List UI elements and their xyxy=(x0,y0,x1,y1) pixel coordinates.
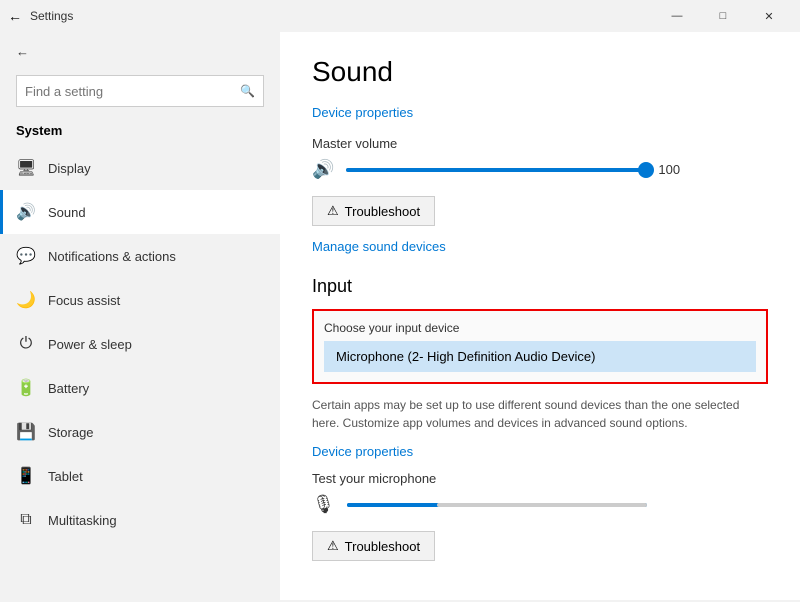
input-section-heading: Input xyxy=(312,276,768,297)
mic-row: 🎙 xyxy=(312,494,768,515)
sidebar-item-sound[interactable]: 🔊 Sound xyxy=(0,190,280,234)
back-arrow-icon: ← xyxy=(16,44,29,59)
multitasking-icon: ⧉ xyxy=(16,511,36,529)
section-title: System xyxy=(0,119,280,146)
input-device-box: Choose your input device Microphone (2- … xyxy=(312,309,768,384)
volume-slider[interactable] xyxy=(346,168,646,172)
mic-slider-fill xyxy=(347,503,437,507)
sidebar-item-label: Focus assist xyxy=(48,293,120,308)
troubleshoot-button[interactable]: ⚠ Troubleshoot xyxy=(312,196,435,226)
master-volume-label: Master volume xyxy=(312,136,768,151)
mic-slider-rest xyxy=(437,503,647,507)
troubleshoot-icon2: ⚠ xyxy=(327,538,339,554)
troubleshoot-icon: ⚠ xyxy=(327,203,339,219)
titlebar: ← Settings — □ ✕ xyxy=(0,0,800,32)
app-container: ← 🔍 System 🖥 Display 🔊 Sound 💬 Notificat… xyxy=(0,32,800,600)
sidebar-item-label: Power & sleep xyxy=(48,337,132,352)
sidebar-item-label: Display xyxy=(48,161,91,176)
storage-icon: 💾 xyxy=(16,422,36,442)
troubleshoot-label2: Troubleshoot xyxy=(345,539,420,554)
minimize-button[interactable]: — xyxy=(654,0,700,32)
back-button[interactable]: ← xyxy=(0,32,280,71)
notifications-icon: 💬 xyxy=(16,246,36,266)
sidebar-item-label: Notifications & actions xyxy=(48,249,176,264)
sidebar-item-label: Multitasking xyxy=(48,513,117,528)
manage-sound-devices-link[interactable]: Manage sound devices xyxy=(312,239,446,254)
battery-icon: 🔋 xyxy=(16,378,36,398)
sidebar-item-tablet[interactable]: 📱 Tablet xyxy=(0,454,280,498)
search-icon: 🔍 xyxy=(240,84,255,98)
sidebar-item-notifications[interactable]: 💬 Notifications & actions xyxy=(0,234,280,278)
sidebar-item-label: Tablet xyxy=(48,469,83,484)
sidebar-item-label: Sound xyxy=(48,205,86,220)
mic-icon: 🎙 xyxy=(312,494,335,515)
maximize-button[interactable]: □ xyxy=(700,0,746,32)
device-properties-link[interactable]: Device properties xyxy=(312,105,413,120)
choose-input-label: Choose your input device xyxy=(324,321,756,335)
close-button[interactable]: ✕ xyxy=(746,0,792,32)
volume-thumb[interactable] xyxy=(638,162,654,178)
sidebar-item-display[interactable]: 🖥 Display xyxy=(0,146,280,190)
info-text: Certain apps may be set up to use differ… xyxy=(312,396,742,432)
volume-fill xyxy=(346,168,646,172)
sidebar-item-label: Battery xyxy=(48,381,89,396)
volume-value: 100 xyxy=(658,162,688,177)
power-icon: ⏻ xyxy=(16,335,36,353)
mic-slider[interactable] xyxy=(347,503,647,507)
volume-row: 🔊 100 xyxy=(312,159,768,180)
focus-icon: 🌙 xyxy=(16,290,36,310)
input-device-dropdown[interactable]: Microphone (2- High Definition Audio Dev… xyxy=(324,341,756,372)
sidebar: ← 🔍 System 🖥 Display 🔊 Sound 💬 Notificat… xyxy=(0,32,280,600)
tablet-icon: 📱 xyxy=(16,466,36,486)
sidebar-item-multitasking[interactable]: ⧉ Multitasking xyxy=(0,498,280,542)
titlebar-title: Settings xyxy=(30,9,73,23)
search-box[interactable]: 🔍 xyxy=(16,75,264,107)
back-icon[interactable]: ← xyxy=(8,8,22,24)
page-title: Sound xyxy=(312,56,768,88)
volume-icon: 🔊 xyxy=(312,159,334,180)
device-properties-link2[interactable]: Device properties xyxy=(312,444,768,459)
sidebar-item-power[interactable]: ⏻ Power & sleep xyxy=(0,322,280,366)
sidebar-item-label: Storage xyxy=(48,425,94,440)
test-microphone-label: Test your microphone xyxy=(312,471,768,486)
titlebar-left: ← Settings xyxy=(8,8,73,24)
troubleshoot-button2[interactable]: ⚠ Troubleshoot xyxy=(312,531,435,561)
content-area: Sound Device properties Master volume 🔊 … xyxy=(280,32,800,600)
search-input[interactable] xyxy=(25,84,240,99)
sidebar-item-battery[interactable]: 🔋 Battery xyxy=(0,366,280,410)
sidebar-item-focus[interactable]: 🌙 Focus assist xyxy=(0,278,280,322)
titlebar-controls: — □ ✕ xyxy=(654,0,792,32)
display-icon: 🖥 xyxy=(16,158,36,178)
troubleshoot-label: Troubleshoot xyxy=(345,204,420,219)
sidebar-item-storage[interactable]: 💾 Storage xyxy=(0,410,280,454)
sound-icon: 🔊 xyxy=(16,202,36,222)
